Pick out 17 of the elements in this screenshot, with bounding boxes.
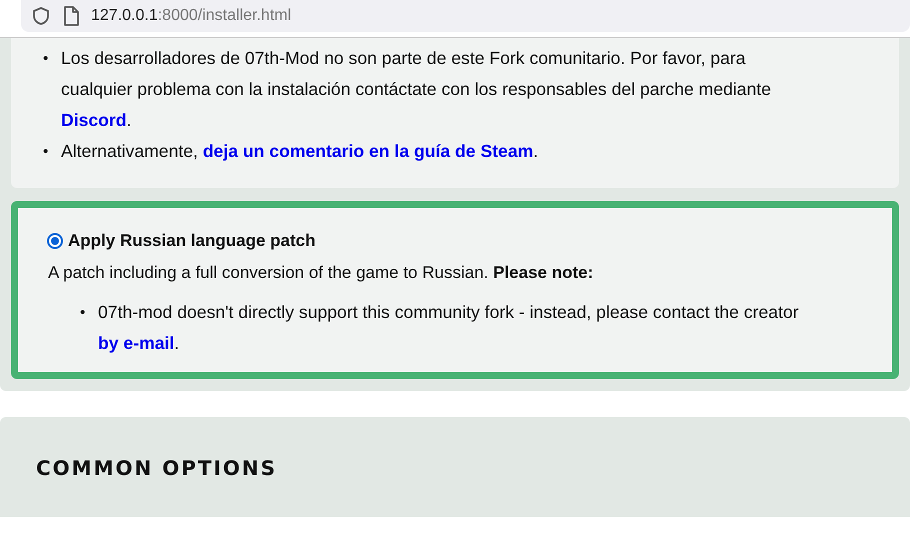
radio-button[interactable] (47, 233, 63, 249)
link[interactable]: Discord (61, 110, 127, 130)
option-label[interactable]: Apply Russian language patch (68, 231, 316, 251)
address-bar[interactable]: 127.0.0.1:8000/installer.html (21, 0, 910, 32)
bullet-text: 07th-mod doesn't directly support this community fork - instead, please contact the creator by e-mail. (98, 302, 799, 353)
bullet-text: Alternativamente, deja un comentario en la guía de Steam. (61, 141, 538, 161)
link[interactable]: deja un comentario en la guía de Steam (202, 141, 534, 161)
link[interactable]: by e-mail (98, 333, 174, 353)
url-text: 127.0.0.1:8000/installer.html (91, 7, 292, 25)
bullet-text: Los desarrolladores de 07th-Mod no son parte de este Fork comunitario. Por favor, para cualquier problema con la instalación contáctate con los responsables del parche mediante Discord. (61, 48, 772, 130)
page-icon (63, 6, 79, 26)
bullet: • (80, 303, 86, 323)
shield-icon (31, 6, 51, 26)
section-heading: COMMON OPTIONS (36, 456, 278, 480)
option-description: A patch including a full conversion of the game to Russian. Please note: (48, 263, 594, 283)
bullet: • (43, 142, 48, 162)
bullet: • (43, 49, 48, 69)
